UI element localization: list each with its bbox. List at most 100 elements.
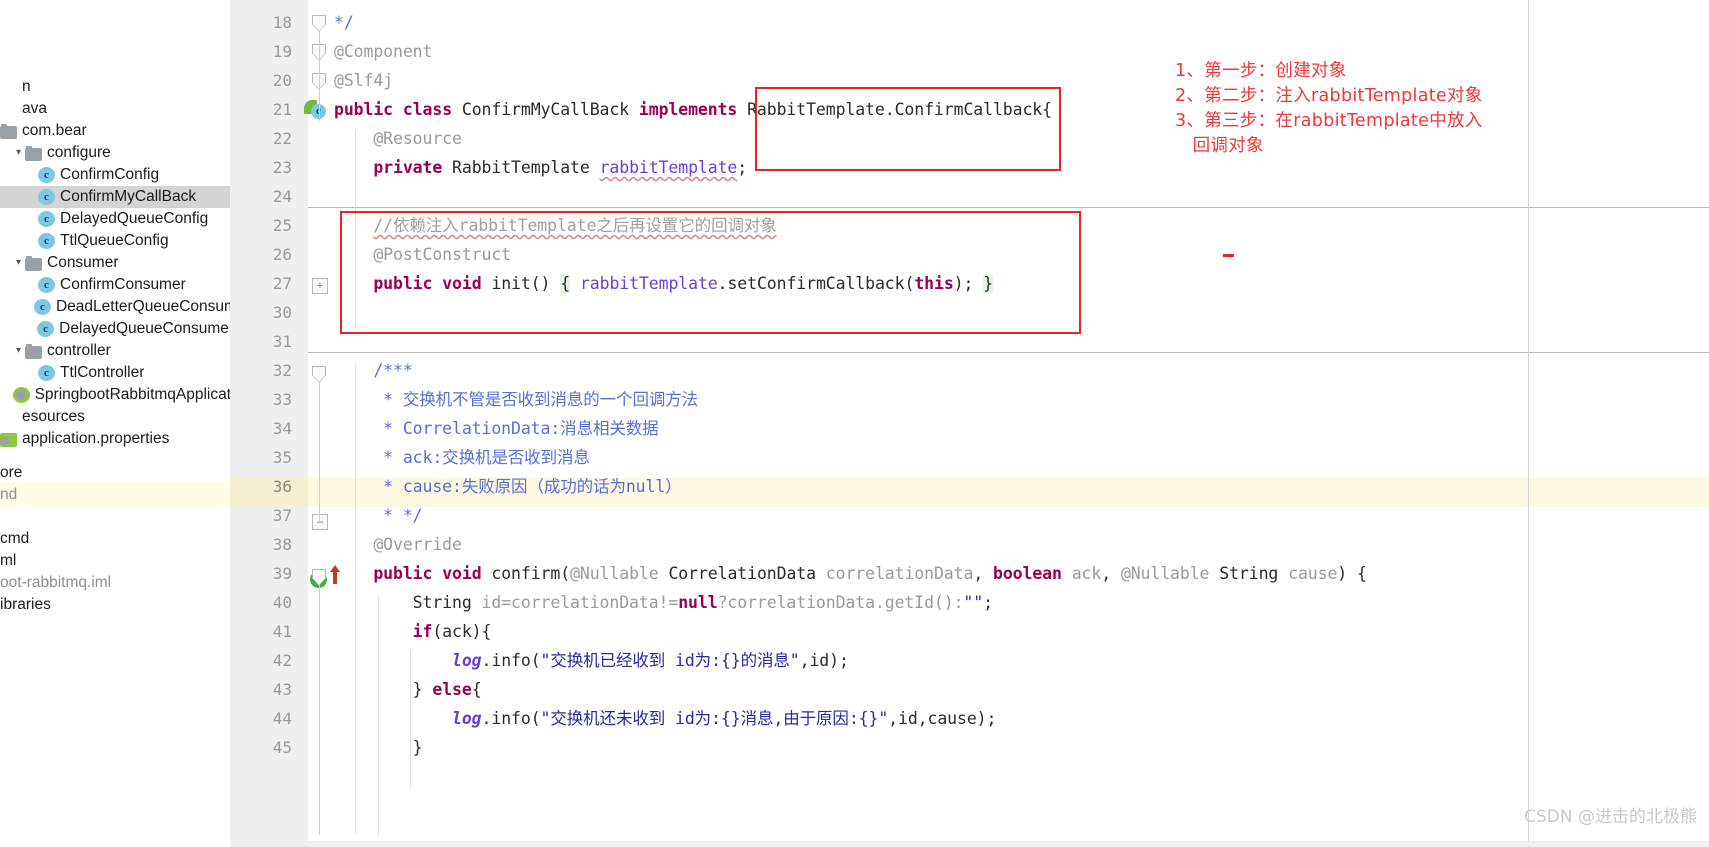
code-line-35[interactable]: * ack:交换机是否收到消息 — [334, 443, 590, 472]
fold-marker-20[interactable] — [312, 73, 328, 89]
tree-item-lower-4[interactable]: ml — [0, 550, 230, 572]
code-line-19[interactable]: @Component — [334, 37, 432, 66]
line-number-20[interactable]: 20 — [230, 66, 292, 95]
line-number-38[interactable]: 38 — [230, 530, 292, 559]
spacer-icon — [0, 409, 17, 426]
line-number-40[interactable]: 40 — [230, 588, 292, 617]
line-number-30[interactable]: 30 — [230, 298, 292, 327]
tree-item-label: oot-rabbitmq.iml — [0, 572, 111, 594]
indent-guide-5 — [410, 708, 411, 788]
tree-item-5[interactable]: cConfirmMyCallBack — [0, 186, 230, 208]
tree-item-14[interactable]: SpringbootRabbitmqApplication — [0, 384, 230, 406]
line-number-42[interactable]: 42 — [230, 646, 292, 675]
tree-item-lower-2[interactable] — [0, 506, 230, 528]
code-line-42[interactable]: log.info("交换机已经收到 id为:{}的消息",id); — [334, 646, 849, 675]
tree-item-label: DeadLetterQueueConsumer — [56, 296, 230, 318]
tree-item-12[interactable]: ▾controller — [0, 340, 230, 362]
line-number-25[interactable]: 25 — [230, 211, 292, 240]
annotation-dash-marker — [1223, 254, 1234, 257]
tree-item-label: ConfirmConfig — [60, 164, 159, 186]
code-line-38[interactable]: @Override — [334, 530, 462, 559]
line-number-24[interactable]: 24 — [230, 182, 292, 211]
tree-item-7[interactable]: cTtlQueueConfig — [0, 230, 230, 252]
code-line-22[interactable]: @Resource — [334, 124, 462, 153]
line-number-33[interactable]: 33 — [230, 385, 292, 414]
tree-item-15[interactable]: esources — [0, 406, 230, 428]
line-number-44[interactable]: 44 — [230, 704, 292, 733]
tree-item-label: application.properties — [22, 428, 169, 450]
line-number-27[interactable]: 27 — [230, 269, 292, 298]
chevron-down-icon[interactable]: ▾ — [12, 142, 25, 164]
tree-item-10[interactable]: cDeadLetterQueueConsumer — [0, 296, 230, 318]
fold-marker-18[interactable] — [312, 15, 328, 31]
folder-icon — [25, 258, 42, 271]
line-number-18[interactable]: 18 — [230, 8, 292, 37]
line-number-21[interactable]: 21 — [230, 95, 292, 124]
tree-item-2[interactable]: com.bear — [0, 120, 230, 142]
line-number-23[interactable]: 23 — [230, 153, 292, 182]
code-line-43[interactable]: } else{ — [334, 675, 482, 704]
code-line-41[interactable]: if(ack){ — [334, 617, 491, 646]
project-tree-sidebar[interactable]: navacom.bear▾configurecConfirmConfigcCon… — [0, 0, 230, 847]
project-tree-bottom[interactable]: orend cmdmloot-rabbitmq.imlibraries — [0, 462, 230, 616]
line-number-26[interactable]: 26 — [230, 240, 292, 269]
code-line-44[interactable]: log.info("交换机还未收到 id为:{}消息,由于原因:{}",id,c… — [334, 704, 996, 733]
line-number-39[interactable]: 39 — [230, 559, 292, 588]
code-editor[interactable]: 18*/19@Component20@Slf4j21public class C… — [230, 0, 1709, 847]
tree-item-lower-3[interactable]: cmd — [0, 528, 230, 550]
implements-arrow-icon[interactable] — [328, 563, 342, 585]
fold-marker-39[interactable] — [312, 569, 328, 585]
tree-item-13[interactable]: cTtlController — [0, 362, 230, 384]
line-number-43[interactable]: 43 — [230, 675, 292, 704]
line-number-31[interactable]: 31 — [230, 327, 292, 356]
line-number-35[interactable]: 35 — [230, 443, 292, 472]
line-number-41[interactable]: 41 — [230, 617, 292, 646]
properties-file-icon — [0, 433, 17, 447]
tree-item-label: SpringbootRabbitmqApplication — [35, 384, 230, 406]
java-class-icon: c — [38, 277, 55, 293]
code-line-39[interactable]: public void confirm(@Nullable Correlatio… — [334, 559, 1367, 588]
tree-item-1[interactable]: ava — [0, 98, 230, 120]
spring-boot-icon — [13, 387, 30, 403]
line-number-32[interactable]: 32 — [230, 356, 292, 385]
fold-marker-37[interactable]: – — [312, 514, 328, 530]
line-number-45[interactable]: 45 — [230, 733, 292, 762]
code-line-23[interactable]: private RabbitTemplate rabbitTemplate; — [334, 153, 747, 182]
tree-item-9[interactable]: cConfirmConsumer — [0, 274, 230, 296]
tree-item-11[interactable]: cDelayedQueueConsumer — [0, 318, 230, 340]
code-line-36[interactable]: * cause:失败原因（成功的话为null） — [334, 472, 682, 501]
chevron-down-icon[interactable]: ▾ — [12, 252, 25, 274]
editor-bottom-bar — [230, 841, 1709, 847]
tree-item-3[interactable]: ▾configure — [0, 142, 230, 164]
tree-item-4[interactable]: cConfirmConfig — [0, 164, 230, 186]
tree-item-6[interactable]: cDelayedQueueConfig — [0, 208, 230, 230]
tree-item-0[interactable]: n — [0, 76, 230, 98]
code-line-18[interactable]: */ — [334, 8, 354, 37]
fold-vline-top — [319, 31, 320, 121]
tree-item-lower-1[interactable]: nd — [0, 484, 230, 506]
tree-item-16[interactable]: application.properties — [0, 428, 230, 450]
tree-item-8[interactable]: ▾Consumer — [0, 252, 230, 274]
tree-item-label: ConfirmMyCallBack — [60, 186, 196, 208]
line-number-36[interactable]: 36 — [230, 472, 292, 501]
line-number-37[interactable]: 37 — [230, 501, 292, 530]
code-line-37[interactable]: * */ — [334, 501, 423, 530]
class-marker-icon[interactable]: c — [304, 99, 326, 121]
annotation-box-interface — [755, 87, 1061, 171]
line-number-34[interactable]: 34 — [230, 414, 292, 443]
fold-marker-19[interactable] — [312, 44, 328, 60]
line-number-22[interactable]: 22 — [230, 124, 292, 153]
code-line-33[interactable]: * 交换机不管是否收到消息的一个回调方法 — [334, 385, 698, 414]
code-line-32[interactable]: /*** — [334, 356, 413, 385]
code-line-34[interactable]: * CorrelationData:消息相关数据 — [334, 414, 659, 443]
fold-expand-27[interactable]: + — [312, 278, 328, 294]
tree-item-lower-0[interactable]: ore — [0, 462, 230, 484]
tree-item-lower-6[interactable]: ibraries — [0, 594, 230, 616]
line-number-19[interactable]: 19 — [230, 37, 292, 66]
tree-item-lower-5[interactable]: oot-rabbitmq.iml — [0, 572, 230, 594]
fold-marker-32[interactable] — [312, 366, 328, 382]
code-line-40[interactable]: String id=correlationData!=null?correlat… — [334, 588, 993, 617]
project-tree-top[interactable]: navacom.bear▾configurecConfirmConfigcCon… — [0, 76, 230, 450]
chevron-down-icon[interactable]: ▾ — [12, 340, 25, 362]
code-line-20[interactable]: @Slf4j — [334, 66, 393, 95]
